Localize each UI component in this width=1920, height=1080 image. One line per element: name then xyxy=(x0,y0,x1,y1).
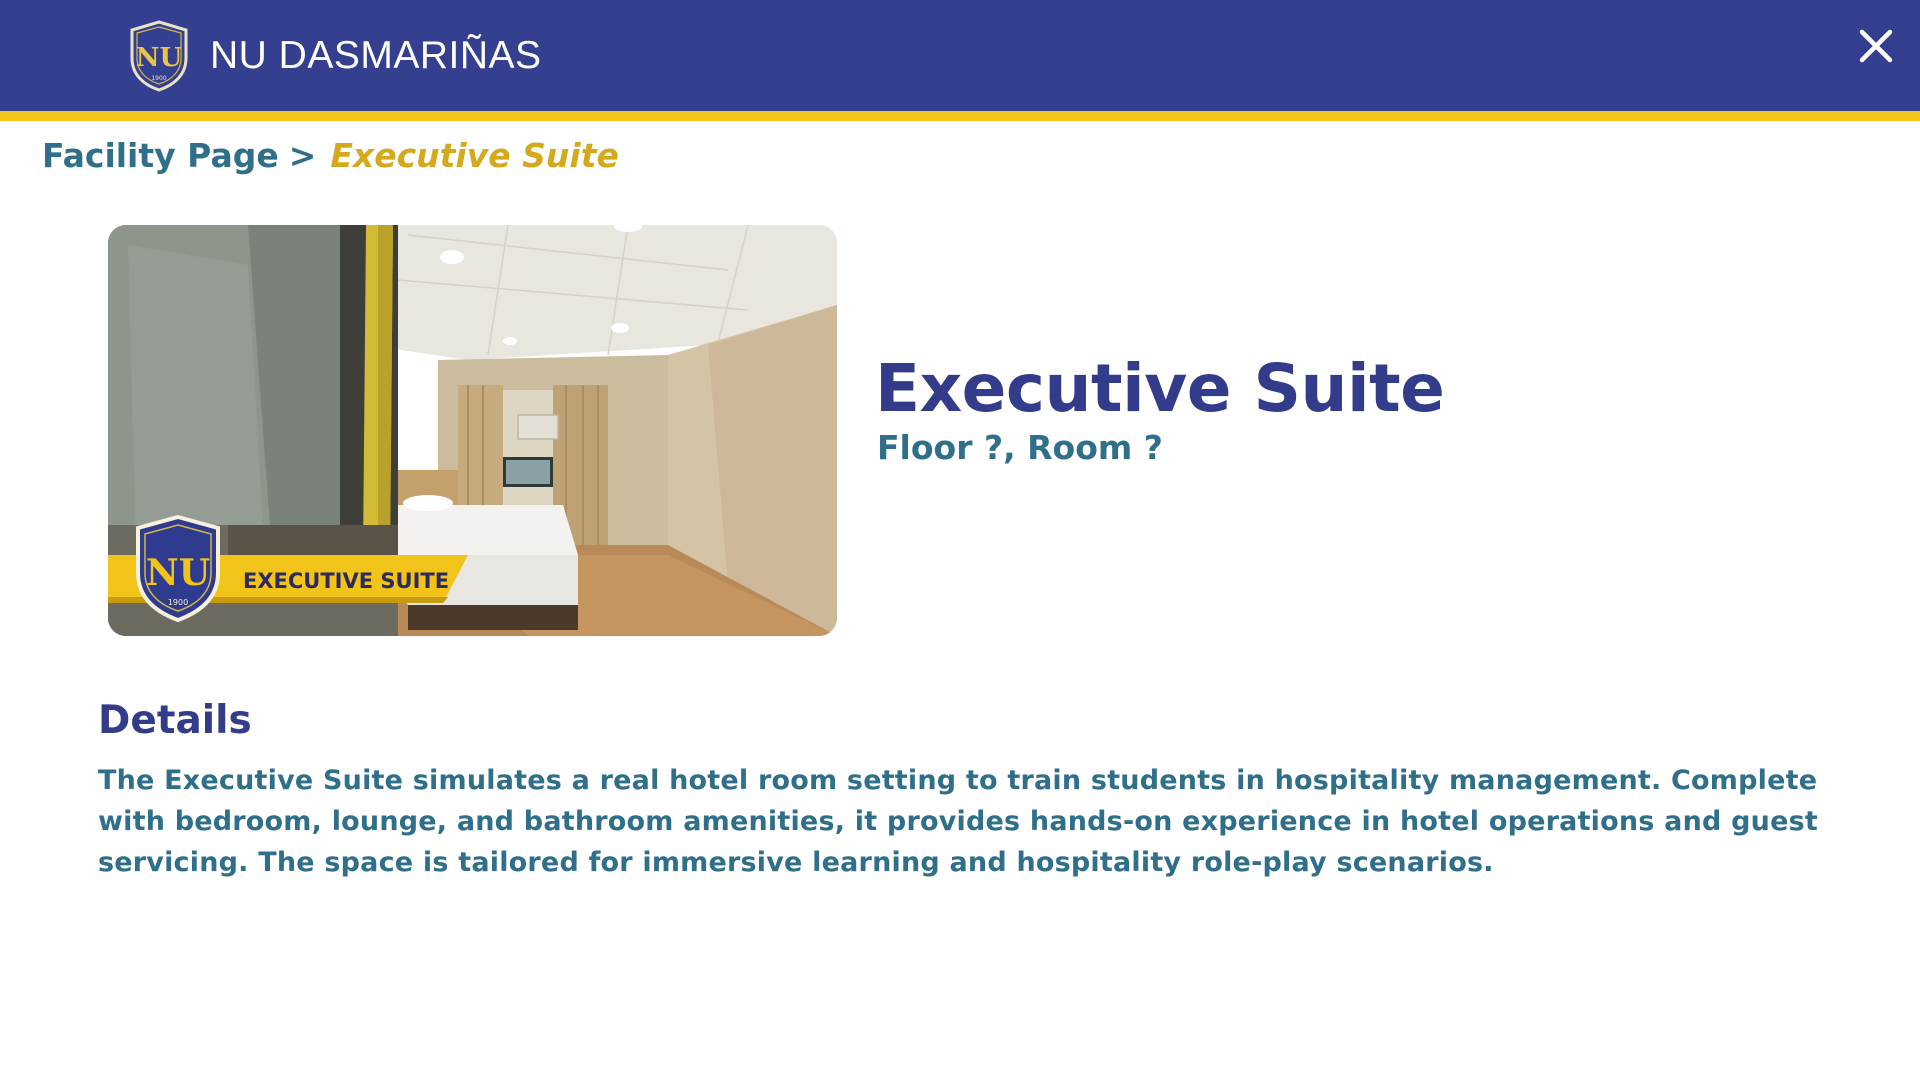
details-heading: Details xyxy=(98,698,252,743)
brand: NU 1900 NU DASMARIÑAS xyxy=(128,20,542,92)
svg-text:1900: 1900 xyxy=(151,75,166,82)
close-icon[interactable] xyxy=(1852,22,1900,70)
breadcrumb: Facility Page > Executive Suite xyxy=(42,136,619,175)
breadcrumb-separator: > xyxy=(288,136,317,175)
svg-text:NU: NU xyxy=(146,552,210,594)
brand-name: NU DASMARIÑAS xyxy=(210,34,542,77)
nu-logo-icon: NU 1900 xyxy=(130,20,188,92)
facility-location: Floor ?, Room ? xyxy=(877,428,1163,467)
details-description: The Executive Suite simulates a real hot… xyxy=(98,765,1818,878)
photo-banner-label: EXECUTIVE SUITE xyxy=(243,569,449,593)
breadcrumb-current: Executive Suite xyxy=(330,136,619,175)
photo-nu-badge-icon: NU 1900 xyxy=(136,514,220,623)
header-accent-stripe xyxy=(0,111,1920,121)
breadcrumb-facility-page-link[interactable]: Facility Page xyxy=(42,136,279,175)
facility-title: Executive Suite xyxy=(875,350,1445,427)
svg-text:1900: 1900 xyxy=(168,598,188,607)
facility-photo: EXECUTIVE SUITE NU 1900 xyxy=(108,225,837,636)
svg-text:NU: NU xyxy=(136,43,183,73)
